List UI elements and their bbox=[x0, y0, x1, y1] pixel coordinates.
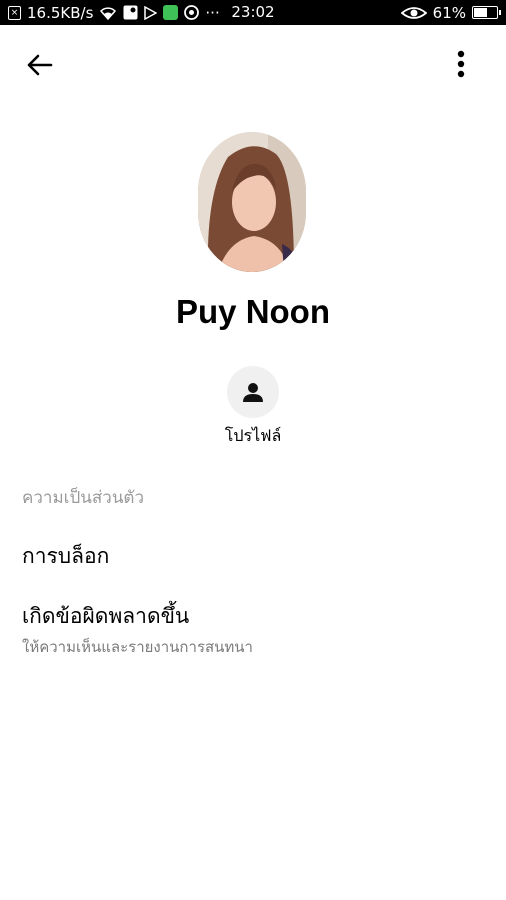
play-store-icon bbox=[144, 5, 158, 20]
profile-label[interactable]: โปรไฟล์ bbox=[0, 424, 506, 449]
blocking-title: การบล็อก bbox=[22, 544, 110, 568]
maps-icon bbox=[123, 5, 138, 20]
report-problem-item[interactable]: เกิดข้อผิดพลาดขึ้น ให้ความเห็นและรายงานก… bbox=[22, 600, 482, 659]
close-notification-icon: × bbox=[8, 5, 21, 20]
back-button[interactable] bbox=[22, 50, 56, 80]
eye-icon bbox=[400, 6, 427, 20]
report-problem-title: เกิดข้อผิดพลาดขึ้น bbox=[22, 604, 190, 628]
contact-name: Puy Noon bbox=[176, 293, 330, 330]
profile-button[interactable] bbox=[227, 366, 279, 418]
chrome-icon bbox=[184, 5, 200, 20]
privacy-section-header: ความเป็นส่วนตัว bbox=[22, 488, 145, 508]
more-vertical-icon bbox=[457, 50, 465, 78]
network-speed: 16.5KB/s bbox=[27, 3, 94, 22]
more-notifications-icon: ··· bbox=[205, 3, 220, 22]
battery-percent: 61% bbox=[432, 3, 466, 22]
wifi-icon bbox=[99, 6, 117, 20]
back-arrow-icon bbox=[27, 54, 53, 76]
avatar[interactable] bbox=[198, 132, 306, 272]
more-options-button[interactable] bbox=[446, 46, 476, 82]
person-icon bbox=[243, 383, 263, 402]
line-app-icon bbox=[163, 5, 179, 20]
avatar-photo bbox=[198, 132, 306, 272]
blocking-item[interactable]: การบล็อก bbox=[22, 540, 482, 573]
battery-fill bbox=[474, 8, 487, 17]
battery-icon bbox=[472, 6, 501, 19]
status-bar: × 16.5KB/s ··· 23:02 61% bbox=[0, 0, 506, 25]
report-problem-subtitle: ให้ความเห็นและรายงานการสนทนา bbox=[22, 638, 253, 656]
